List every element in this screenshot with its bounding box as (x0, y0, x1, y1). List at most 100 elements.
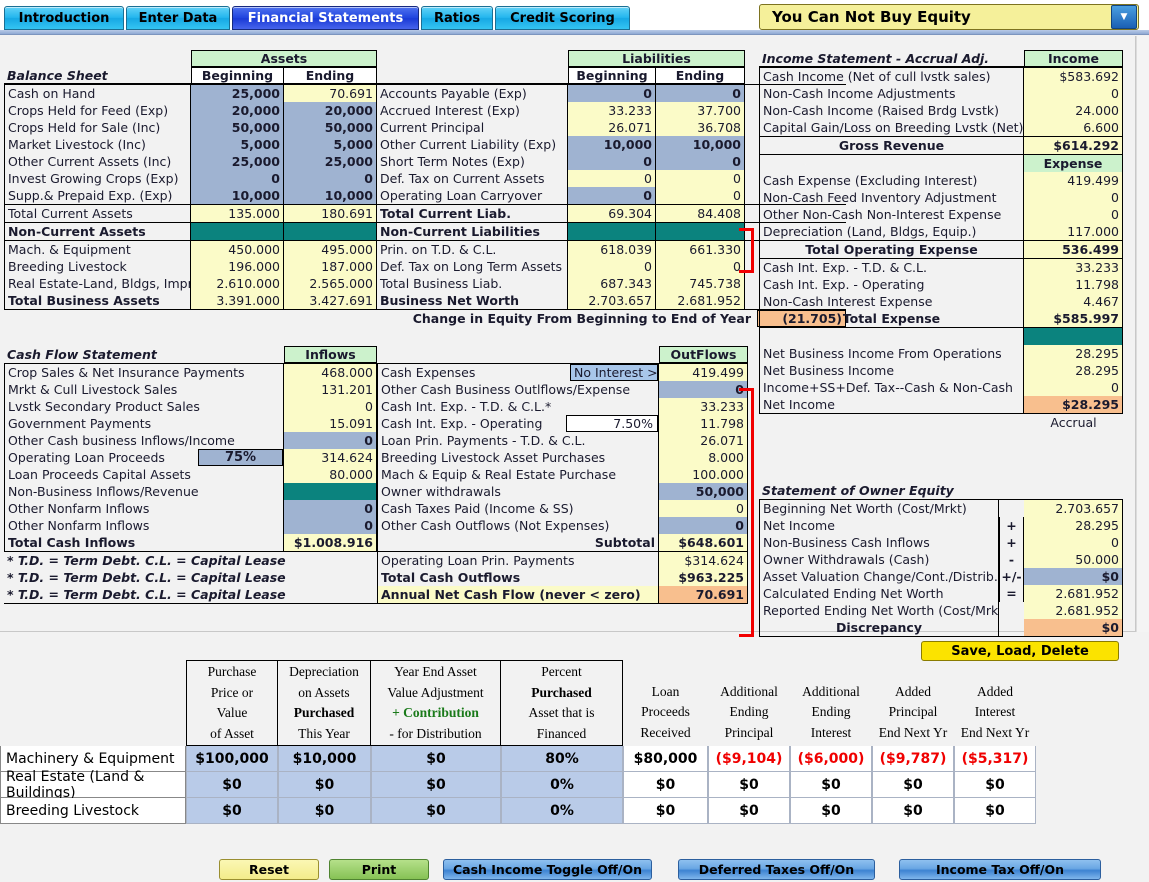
liability-ending-value[interactable]: 10,000 (656, 136, 745, 153)
tab-credit-scoring[interactable]: Credit Scoring (495, 6, 630, 30)
asset-ending-value[interactable]: 50,000 (284, 119, 377, 136)
asset-beginning-value[interactable]: 25,000 (191, 85, 284, 102)
footer-button-print[interactable]: Print (329, 859, 429, 880)
footer-button-deferred-taxes-off-on[interactable]: Deferred Taxes Off/On (678, 859, 875, 880)
header-line: Ending (792, 702, 870, 723)
operating-loan-percent-input[interactable]: 75% (198, 449, 283, 466)
asset-table-cell[interactable]: $100,000 (186, 746, 278, 772)
asset-table-column-header: AdditionalEndingPrincipal (708, 660, 790, 746)
inflow-label: Total Cash Inflows (4, 534, 284, 551)
owner-equity-operator: = (999, 585, 1024, 602)
asset-beginning-value[interactable]: 5,000 (191, 136, 284, 153)
liability-ending-value[interactable]: 0 (656, 85, 745, 102)
outflow-label: Subtotal (377, 534, 659, 551)
asset-table-cell: $0 (954, 772, 1036, 798)
save-load-delete-button[interactable]: Save, Load, Delete (921, 641, 1119, 661)
header-line: - for Distribution (373, 724, 498, 745)
tab-enter-data[interactable]: Enter Data (126, 6, 230, 30)
cash-flow-row: * T.D. = Term Debt. C.L. = Capital Lease… (4, 569, 748, 586)
liability-beginning-value[interactable]: 10,000 (568, 136, 656, 153)
inflow-value[interactable]: 0 (284, 432, 377, 449)
asset-table-cell: $0 (790, 772, 872, 798)
liability-beginning-value[interactable]: 0 (568, 153, 656, 170)
asset-table-cell[interactable]: $0 (371, 772, 501, 798)
spacer3 (4, 310, 191, 327)
chevron-down-icon[interactable]: ▼ (1111, 5, 1137, 29)
asset-table-cell[interactable]: $0 (186, 798, 278, 824)
outflow-value[interactable]: 0 (659, 517, 748, 534)
inflow-value[interactable]: 0 (284, 500, 377, 517)
income-statement-label: Cash Int. Exp. - T.D. & C.L. (759, 259, 1024, 276)
asset-table-column-header: LoanProceedsReceived (623, 660, 708, 746)
tab-introduction[interactable]: Introduction (4, 6, 124, 30)
asset-beginning-value[interactable]: 50,000 (191, 119, 284, 136)
asset-table-cell[interactable]: $0 (371, 746, 501, 772)
liability-label: Accounts Payable (Exp) (377, 85, 568, 102)
liability-ending-value: 0 (656, 258, 745, 275)
header-line: Added (874, 682, 952, 703)
owner-equity-row: Reported Ending Net Worth (Cost/Mrkt)2.6… (759, 602, 1123, 619)
asset-beginning-value[interactable]: 0 (191, 170, 284, 187)
income-statement-value: $583.692 (1024, 68, 1123, 85)
asset-table-cell: $0 (872, 798, 954, 824)
balance-sheet-row: Total Business Assets3.391.0003.427.691B… (4, 292, 846, 310)
liability-label: Other Current Liability (Exp) (377, 136, 568, 153)
vertical-scrollbar[interactable] (1136, 36, 1149, 632)
asset-beginning-value[interactable]: 10,000 (191, 187, 284, 204)
outflow-value: 0 (659, 500, 748, 517)
asset-table-cell[interactable]: 80% (501, 746, 623, 772)
tab-ratios[interactable]: Ratios (421, 6, 493, 30)
footer-button-reset[interactable]: Reset (219, 859, 319, 880)
asset-table-cell[interactable]: $0 (371, 798, 501, 824)
asset-ending-value[interactable]: 20,000 (284, 102, 377, 119)
asset-table-cell: $0 (623, 772, 708, 798)
inflow-value[interactable]: 0 (284, 517, 377, 534)
outflow-value: $648.601 (659, 534, 748, 551)
header-line: Ending (710, 702, 788, 723)
income-statement-label: Cash Income (Net of cull lvstk sales) (759, 68, 1024, 85)
header-line: Principal (710, 723, 788, 744)
owner-equity-value[interactable]: $0 (1024, 568, 1123, 585)
asset-beginning-value[interactable]: 20,000 (191, 102, 284, 119)
income-statement-label: Income+SS+Def. Tax--Cash & Non-Cash (759, 379, 1024, 396)
liability-beginning-value[interactable]: 0 (568, 85, 656, 102)
no-interest-button[interactable]: No Interest > (570, 364, 658, 381)
liability-label: Def. Tax on Current Assets (377, 170, 568, 187)
liability-ending-value[interactable]: 0 (656, 153, 745, 170)
asset-ending-value[interactable]: 0 (284, 170, 377, 187)
outflow-value[interactable]: 0 (659, 381, 748, 398)
liability-beginning-value: 33.233 (568, 102, 656, 119)
asset-table-cell[interactable]: $0 (278, 772, 371, 798)
liability-beginning-value: 69.304 (568, 205, 656, 222)
asset-ending-value[interactable]: 5,000 (284, 136, 377, 153)
header-line: Value Adjustment (373, 683, 498, 704)
balance-sheet-row: Crops Held for Sale (Inc)50,00050,000Cur… (4, 119, 846, 136)
outflow-value[interactable]: 50,000 (659, 483, 748, 500)
asset-table-cell[interactable]: 0% (501, 798, 623, 824)
asset-beginning-value[interactable]: 25,000 (191, 153, 284, 170)
income-statement-value: 0 (1024, 85, 1123, 102)
asset-table-cell[interactable]: 0% (501, 772, 623, 798)
assets-beginning-header: Beginning (191, 67, 284, 84)
income-statement-value: 419.499 (1024, 172, 1123, 189)
outflow-value: $963.225 (659, 569, 748, 586)
header-line: Purchased (503, 683, 620, 704)
asset-table-cell[interactable]: $0 (186, 772, 278, 798)
red-connector-bottom (751, 388, 754, 637)
footer-button-cash-income-toggle-off-on[interactable]: Cash Income Toggle Off/On (443, 859, 652, 880)
liabilities-beginning-header: Beginning (568, 67, 656, 84)
footer-button-income-tax-off-on[interactable]: Income Tax Off/On (899, 859, 1101, 880)
asset-ending-value[interactable]: 10,000 (284, 187, 377, 204)
operating-interest-rate-input[interactable]: 7.50% (566, 415, 658, 432)
application-window: IntroductionEnter DataFinancial Statemen… (0, 0, 1149, 882)
asset-table-cell[interactable]: $10,000 (278, 746, 371, 772)
liability-beginning-value[interactable]: 0 (568, 187, 656, 204)
asset-ending-value[interactable]: 25,000 (284, 153, 377, 170)
scenario-dropdown[interactable]: You Can Not Buy Equity ▼ (759, 4, 1139, 30)
inflows-header: Inflows (284, 346, 377, 363)
cash-flow-footnote: * T.D. = Term Debt. C.L. = Capital Lease (4, 586, 377, 603)
tab-financial-statements[interactable]: Financial Statements (232, 6, 419, 30)
income-statement-value: $585.997 (1024, 310, 1123, 327)
asset-table-cell[interactable]: $0 (278, 798, 371, 824)
asset-table-column-header: AddedInterestEnd Next Yr (954, 660, 1036, 746)
